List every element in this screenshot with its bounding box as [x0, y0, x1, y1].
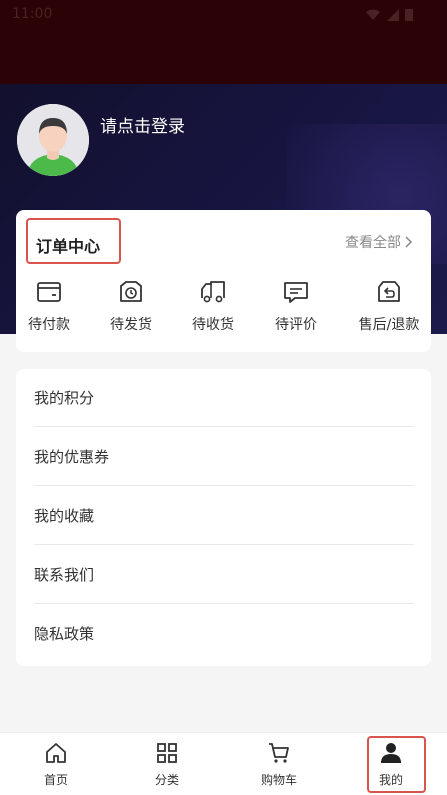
view-all-orders-link[interactable]: 查看全部	[345, 232, 413, 252]
signal-icon	[387, 8, 399, 21]
home-icon	[46, 743, 66, 763]
menu-item-label: 我的积分	[34, 389, 95, 407]
tab-mine[interactable]: 我的	[356, 741, 426, 788]
return-box-icon	[378, 281, 400, 302]
bottom-tab-bar: 首页 分类 购物车 我的	[0, 732, 447, 795]
menu-item-privacy[interactable]: 隐私政策	[34, 605, 414, 663]
menu-item-label: 联系我们	[34, 566, 95, 584]
chevron-right-icon	[405, 236, 413, 248]
wallet-icon	[37, 282, 61, 302]
order-status-pending-shipment[interactable]: 待发货	[91, 280, 171, 334]
order-status-pending-receipt[interactable]: 待收货	[173, 280, 253, 334]
tab-label: 购物车	[260, 773, 297, 787]
order-status-pending-payment[interactable]: 待付款	[9, 280, 89, 334]
grid-icon	[157, 743, 177, 763]
order-status-list: 待付款 待发货 待收货 待评价 售后/退款	[16, 280, 431, 340]
menu-card: 我的积分 我的优惠券 我的收藏 联系我们 隐私政策	[16, 369, 431, 666]
user-icon	[381, 743, 401, 763]
tab-category[interactable]: 分类	[132, 741, 202, 788]
tab-label: 我的	[378, 773, 403, 787]
wifi-icon	[366, 9, 380, 20]
login-prompt[interactable]: 请点击登录	[100, 112, 185, 137]
menu-item-contact[interactable]: 联系我们	[34, 546, 414, 604]
order-status-pending-review[interactable]: 待评价	[256, 280, 336, 334]
view-all-label: 查看全部	[345, 235, 401, 251]
default-avatar-icon	[17, 104, 89, 176]
truck-icon	[201, 281, 225, 303]
order-status-label: 售后/退款	[358, 317, 420, 333]
menu-item-label: 我的优惠券	[34, 448, 110, 466]
menu-item-label: 我的收藏	[34, 507, 95, 525]
menu-item-favorites[interactable]: 我的收藏	[34, 487, 414, 545]
status-icons	[365, 8, 413, 21]
order-status-after-sales[interactable]: 售后/退款	[349, 280, 429, 334]
menu-item-label: 隐私政策	[34, 625, 95, 643]
avatar[interactable]	[17, 104, 89, 176]
order-center-card: 订单中心 查看全部 待付款 待发货 待收货 待评价 售后/退款	[16, 210, 431, 352]
menu-item-coupons[interactable]: 我的优惠券	[34, 428, 414, 486]
status-bar: 11:00	[0, 0, 447, 32]
tab-cart[interactable]: 购物车	[244, 741, 314, 788]
clock-box-icon	[120, 281, 142, 302]
order-status-label: 待评价	[275, 317, 317, 333]
tab-home[interactable]: 首页	[21, 741, 91, 788]
cart-icon	[269, 743, 289, 763]
status-time: 11:00	[12, 6, 53, 22]
order-status-label: 待收货	[192, 317, 234, 333]
tab-label: 首页	[43, 773, 68, 787]
header-band	[0, 32, 447, 84]
comment-icon	[284, 282, 308, 303]
order-status-label: 待发货	[110, 317, 152, 333]
order-center-title: 订单中心	[36, 237, 101, 256]
menu-item-points[interactable]: 我的积分	[34, 369, 414, 427]
battery-icon	[405, 9, 413, 21]
order-status-label: 待付款	[28, 317, 70, 333]
tab-label: 分类	[154, 773, 179, 787]
